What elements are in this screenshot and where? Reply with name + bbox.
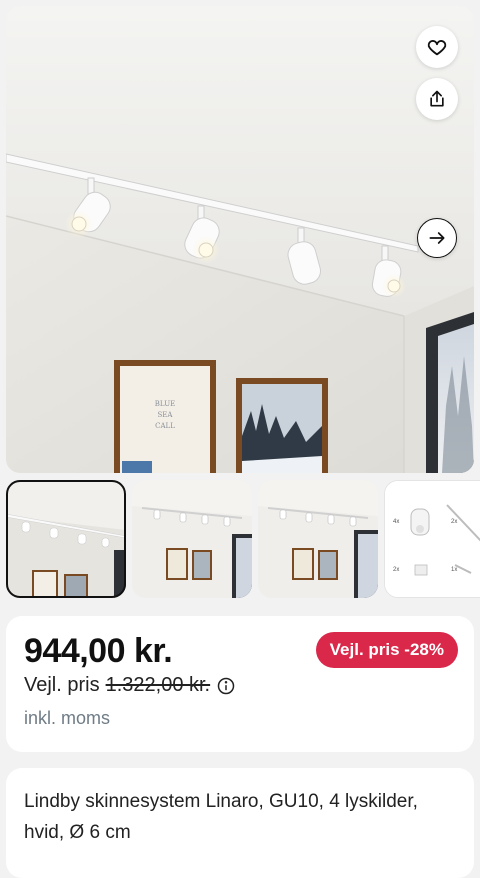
info-icon[interactable]: [216, 676, 236, 696]
vat-note: inkl. moms: [24, 708, 111, 728]
svg-text:CALL: CALL: [155, 422, 175, 430]
rrp-value: 1.322,00 kr.: [105, 674, 211, 696]
heart-icon: [427, 40, 447, 56]
discount-badge: Vejl. pris -28%: [315, 632, 458, 668]
thumbnail-strip: 4x 2x 2x 1x: [0, 480, 480, 600]
parts-label-2: 2x: [451, 519, 458, 525]
arrow-right-icon: [429, 232, 445, 244]
next-image-button[interactable]: [417, 218, 457, 258]
svg-text:SEA: SEA: [158, 411, 174, 419]
thumbnail-image: [258, 480, 378, 598]
thumbnail-image: [132, 480, 252, 598]
price: 944,00 kr.: [24, 632, 173, 670]
parts-label-4: 1x: [451, 567, 458, 573]
rrp-label: Vejl. pris: [24, 674, 100, 696]
recommended-price: Vejl. pris 1.322,00 kr.: [24, 674, 236, 697]
price-card: 944,00 kr. Vejl. pris -28% Vejl. pris 1.…: [6, 616, 474, 752]
product-hero-image[interactable]: BLUE SEA CALL: [6, 6, 474, 473]
parts-label-3: 2x: [393, 567, 400, 573]
parts-label-1: 4x: [393, 519, 400, 525]
thumbnail-2[interactable]: [132, 480, 252, 598]
product-title-card: Lindby skinnesystem Linaro, GU10, 4 lysk…: [6, 768, 474, 878]
thumbnail-1[interactable]: [6, 480, 126, 598]
thumbnail-image: [385, 481, 480, 597]
thumbnail-3[interactable]: [258, 480, 378, 598]
share-icon: [430, 90, 444, 107]
share-button[interactable]: [416, 78, 458, 120]
favorite-button[interactable]: [416, 26, 458, 68]
thumbnail-4[interactable]: 4x 2x 2x 1x: [384, 480, 480, 598]
svg-text:BLUE: BLUE: [155, 400, 175, 408]
thumbnail-image: [6, 480, 126, 598]
hero-photo: BLUE SEA CALL: [6, 6, 474, 473]
product-title: Lindby skinnesystem Linaro, GU10, 4 lysk…: [24, 791, 418, 843]
